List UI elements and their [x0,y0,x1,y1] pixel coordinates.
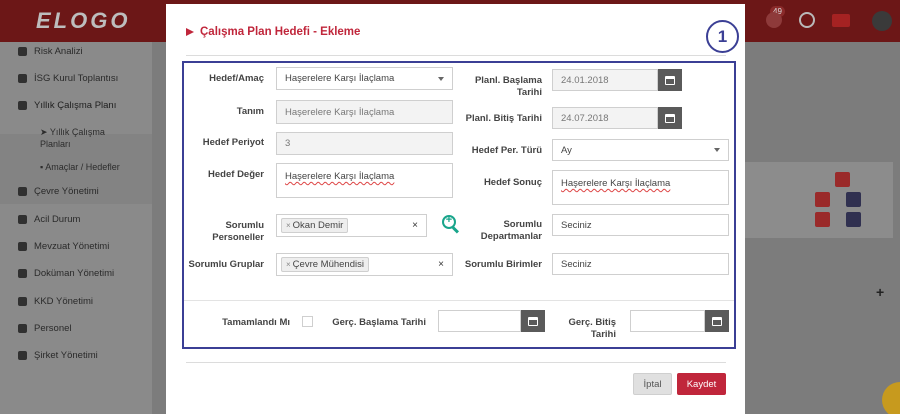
calendar-button[interactable] [658,107,682,129]
hedef-deger-textarea[interactable]: Haşerelere Karşı İlaçlama [276,163,453,198]
alarm-icon [18,215,27,224]
label-sorumlu-departmanlar: Sorumlu Departmanlar [480,219,542,242]
label-gerc-baslama: Gerç. Başlama Tarihi [332,317,426,328]
hedef-periyot-field: 3 [276,132,453,155]
label-planli-baslama: Planl. Başlama Tarihi [474,75,542,98]
info-icon [18,242,27,251]
arrow-right-icon [186,28,194,36]
gerc-baslama-date-field[interactable] [438,310,521,332]
sorumlu-birimler-select[interactable]: Seciniz [552,253,729,275]
avatar[interactable] [872,11,892,31]
chart-icon [18,351,27,360]
sidebar-item-mevzuat-yonetimi[interactable]: Mevzuat Yönetimi [18,241,109,252]
sorumlu-departmanlar-select[interactable]: Seciniz [552,214,729,236]
calendar-icon [528,316,538,326]
sidebar-item-personel[interactable]: Personel [18,323,72,334]
user-icon [18,74,27,83]
cancel-button[interactable]: İptal [633,373,672,395]
users-icon [18,324,27,333]
edit-button[interactable] [815,212,830,227]
hedef-amac-select[interactable]: Haşerelere Karşı İlaçlama [276,67,453,90]
sidebar-subitem-amaclar-hedefler[interactable]: ▪ Amaçlar / Hedefler [40,161,150,173]
add-plan-target-modal: Çalışma Plan Hedefi - Ekleme 1 Hedef/Ama… [166,4,745,414]
selected-tag[interactable]: × Çevre Mühendisi [281,257,369,272]
label-sorumlu-gruplar: Sorumlu Gruplar [188,259,264,270]
form-highlight-frame [182,61,736,349]
sorumlu-personeller-multiselect[interactable]: × Okan Demir × [276,214,427,237]
chevron-down-icon [714,148,720,152]
sidebar-item-acil-durum[interactable]: Acil Durum [18,214,80,225]
calendar-button[interactable] [705,310,729,332]
sidebar-item-cevre-yonetimi[interactable]: Çevre Yönetimi [18,186,99,197]
save-button[interactable]: Kaydet [677,373,726,395]
calendar-icon [712,316,722,326]
hedef-sonuc-textarea[interactable]: Haşerelere Karşı İlaçlama [552,170,729,205]
chevron-down-icon [438,76,444,81]
modal-title: Çalışma Plan Hedefi - Ekleme [186,26,360,38]
sidebar-item-risk-analizi[interactable]: Risk Analizi [18,46,83,57]
calendar-button[interactable] [521,310,545,332]
label-sorumlu-birimler: Sorumlu Birimler [464,259,542,270]
sidebar-item-yillik-calisma-plani[interactable]: Yıllık Çalışma Planı [18,100,116,111]
delete-button[interactable] [846,192,861,207]
divider [184,300,734,301]
sidebar-item-kkd-yonetimi[interactable]: KKD Yönetimi [18,296,93,307]
sorumlu-gruplar-multiselect[interactable]: × Çevre Mühendisi × [276,253,453,276]
label-hedef-deger: Hedef Değer [208,169,264,180]
tanim-field: Haşerelere Karşı İlaçlama [276,100,453,124]
label-hedef-periyot: Hedef Periyot [202,137,264,148]
label-gerc-bitis: Gerç. Bitiş Tarihi [568,317,616,340]
clear-icon[interactable]: × [412,220,418,231]
label-sorumlu-personeller: Sorumlu Personeller [212,220,264,243]
sidebar-item-dokuman-yonetimi[interactable]: Doküman Yönetimi [18,268,114,279]
building-icon [18,187,27,196]
step-number-marker: 1 [706,20,739,53]
planli-baslama-date-field[interactable]: 24.01.2018 [552,69,658,91]
planli-bitis-date-field[interactable]: 24.07.2018 [552,107,658,129]
flag-icon[interactable] [832,14,850,27]
label-tamamlandi: Tamamlandı Mı [222,317,290,328]
delete-button[interactable] [846,212,861,227]
check-square-icon [18,101,27,110]
remove-tag-icon[interactable]: × [286,221,291,230]
calendar-button[interactable] [658,69,682,91]
remove-tag-icon[interactable]: × [286,260,291,269]
calendar-icon [665,75,675,85]
chevron-right-icon: ➤ [40,127,50,137]
bell-icon[interactable] [766,12,782,28]
label-planli-bitis: Planl. Bitiş Tarihi [465,113,542,124]
selected-tag[interactable]: × Okan Demir [281,218,349,233]
app-logo: ELOGO [36,8,131,33]
calendar-icon [665,113,675,123]
plus-icon[interactable]: + [876,284,884,300]
clear-icon[interactable]: × [438,259,444,270]
folder-icon [18,269,27,278]
tags-icon [18,297,27,306]
add-row-button[interactable] [835,172,850,187]
tamamlandi-checkbox[interactable] [302,316,313,327]
gerc-bitis-date-field[interactable] [630,310,705,332]
divider [186,55,726,56]
label-hedef-per-turu: Hedef Per. Türü [471,145,542,156]
label-hedef-amac: Hedef/Amaç [209,73,264,84]
sidebar-item-isg-kurul[interactable]: İSG Kurul Toplantısı [18,73,118,84]
sidebar-subitem-yillik-calisma-planlari[interactable]: ➤ Yıllık Çalışma Planları [40,126,130,150]
edit-button[interactable] [815,192,830,207]
label-tanim: Tanım [236,106,264,117]
clock-icon[interactable] [799,12,815,28]
sidebar-item-sirket-yonetimi[interactable]: Şirket Yönetimi [18,350,98,361]
risk-icon [18,47,27,56]
label-hedef-sonuc: Hedef Sonuç [483,177,542,188]
hedef-per-turu-select[interactable]: Ay [552,139,729,161]
divider [186,362,726,363]
